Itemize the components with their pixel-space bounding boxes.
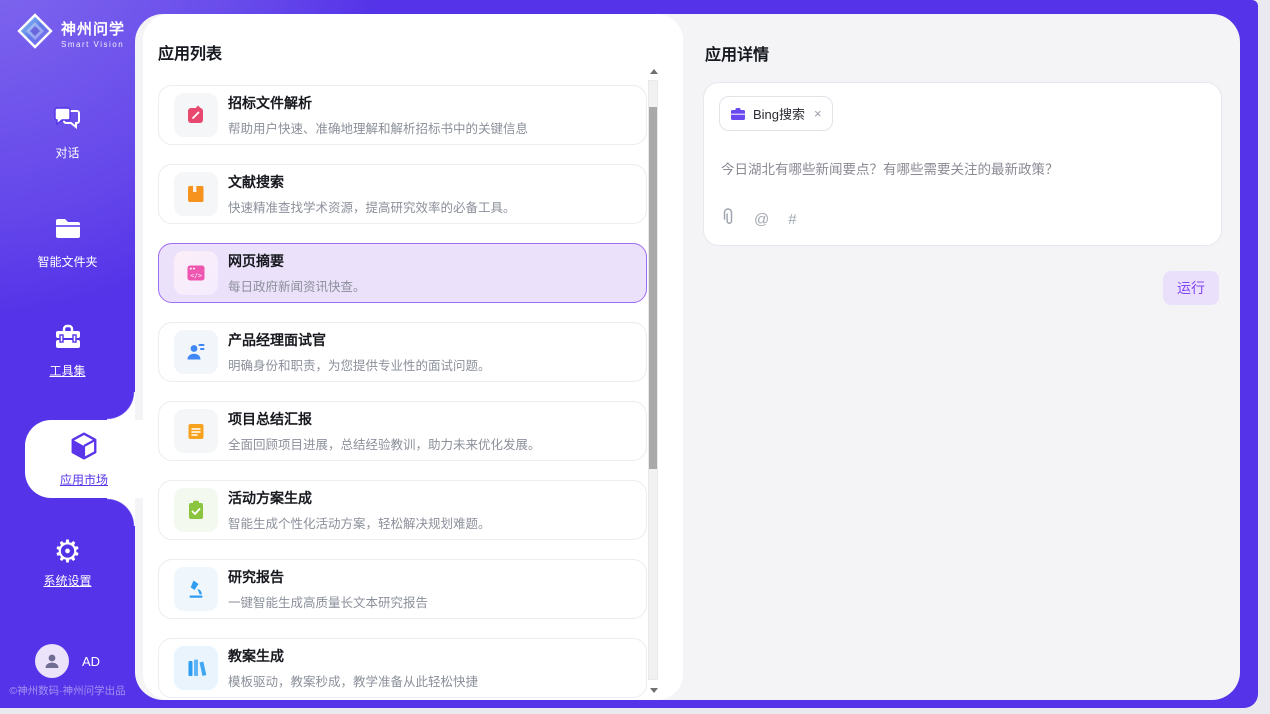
scroll-up-icon[interactable]	[650, 69, 658, 74]
sidebar-item-label: 对话	[55, 144, 79, 161]
list-item-event-plan[interactable]: 活动方案生成 智能生成个性化活动方案，轻松解决规划难题。	[158, 480, 647, 540]
list-item-web-summary[interactable]: </> 网页摘要 每日政府新闻资讯快查。	[158, 243, 647, 303]
interviewer-icon	[174, 330, 218, 374]
app-detail-panel: 应用详情 Bing搜索 × 今日湖北有哪些新闻要点？有哪些需要关注的最新政策？ …	[683, 14, 1240, 700]
list-item-literature-search[interactable]: 文献搜索 快速精准查找学术资源，提高研究效率的必备工具。	[158, 164, 647, 224]
app-desc: 一键智能生成高质量长文本研究报告	[228, 592, 428, 611]
scrollbar-thumb[interactable]	[649, 107, 657, 469]
folder-icon	[53, 216, 83, 247]
app-list: 招标文件解析 帮助用户快速、准确地理解和解析招标书中的关键信息 文献搜索 快速精…	[158, 85, 647, 700]
sidebar-item-chat[interactable]: 对话	[0, 105, 135, 161]
paperclip-icon[interactable]	[721, 208, 735, 231]
sidebar-item-label: 系统设置	[43, 572, 91, 589]
tool-tag-bing[interactable]: Bing搜索 ×	[719, 96, 833, 131]
toolbox-icon	[53, 323, 83, 356]
app-detail-title: 应用详情	[705, 41, 769, 65]
tool-tag-label: Bing搜索	[753, 104, 805, 123]
sidebar-item-label: 智能文件夹	[37, 253, 97, 270]
app-title: 文献搜索	[228, 172, 516, 192]
sidebar-item-label: 应用市场	[60, 471, 108, 488]
copyright-text: ©神州数码·神州问学出品	[0, 683, 135, 698]
report-icon	[174, 409, 218, 453]
diamond-logo-icon	[16, 12, 54, 55]
cube-icon	[68, 431, 100, 466]
briefcase-icon	[730, 107, 746, 121]
scroll-down-icon[interactable]	[650, 688, 658, 693]
user-row: AD	[0, 644, 135, 678]
browser-code-icon: </>	[174, 251, 218, 295]
app-title: 项目总结汇报	[228, 409, 541, 429]
app-title: 研究报告	[228, 567, 428, 587]
prompt-card[interactable]: Bing搜索 × 今日湖北有哪些新闻要点？有哪些需要关注的最新政策？ @ #	[703, 82, 1222, 246]
app-title: 教案生成	[228, 646, 478, 666]
app-list-title: 应用列表	[158, 40, 222, 64]
chat-icon	[53, 105, 83, 138]
app-desc: 模板驱动，教案秒成，教学准备从此轻松快捷	[228, 671, 478, 690]
app-desc: 全面回顾项目进展，总结经验教训，助力未来优化发展。	[228, 434, 541, 453]
microscope-icon	[174, 567, 218, 611]
sidebar: 神州问学 Smart Vision 对话 智能文件夹	[0, 0, 135, 700]
list-item-lesson-plan[interactable]: 教案生成 模板驱动，教案秒成，教学准备从此轻松快捷	[158, 638, 647, 698]
app-title: 产品经理面试官	[228, 330, 491, 350]
list-item-pm-interviewer[interactable]: 产品经理面试官 明确身份和职责，为您提供专业性的面试问题。	[158, 322, 647, 382]
app-title: 网页摘要	[228, 251, 366, 271]
run-button[interactable]: 运行	[1163, 271, 1219, 305]
list-item-bid-analysis[interactable]: 招标文件解析 帮助用户快速、准确地理解和解析招标书中的关键信息	[158, 85, 647, 145]
hash-icon[interactable]: #	[788, 211, 796, 228]
app-desc: 快速精准查找学术资源，提高研究效率的必备工具。	[228, 197, 516, 216]
app-desc: 明确身份和职责，为您提供专业性的面试问题。	[228, 355, 491, 374]
clipboard-check-icon	[174, 488, 218, 532]
app-desc: 智能生成个性化活动方案，轻松解决规划难题。	[228, 513, 491, 532]
books-icon	[174, 646, 218, 690]
sidebar-item-settings[interactable]: ⚙ 系统设置	[0, 538, 135, 589]
app-desc: 每日政府新闻资讯快查。	[228, 276, 366, 295]
svg-text:</>: </>	[190, 271, 202, 279]
scrollbar[interactable]	[648, 80, 658, 680]
mention-icon[interactable]: @	[754, 211, 769, 228]
list-item-project-summary[interactable]: 项目总结汇报 全面回顾项目进展，总结经验教训，助力未来优化发展。	[158, 401, 647, 461]
avatar[interactable]	[35, 644, 69, 678]
composer-toolbar: @ #	[721, 208, 797, 231]
close-icon[interactable]: ×	[814, 107, 822, 120]
sidebar-item-toolset[interactable]: 工具集	[0, 323, 135, 379]
brand-logo: 神州问学 Smart Vision	[16, 12, 125, 55]
book-icon	[174, 172, 218, 216]
sidebar-item-label: 工具集	[49, 362, 85, 379]
edit-square-icon	[174, 93, 218, 137]
gear-icon: ⚙	[54, 538, 82, 566]
app-desc: 帮助用户快速、准确地理解和解析招标书中的关键信息	[228, 118, 528, 137]
sidebar-item-smart-folder[interactable]: 智能文件夹	[0, 216, 135, 270]
query-input[interactable]: 今日湖北有哪些新闻要点？有哪些需要关注的最新政策？	[721, 158, 1204, 178]
list-item-research-report[interactable]: 研究报告 一键智能生成高质量长文本研究报告	[158, 559, 647, 619]
app-title: 活动方案生成	[228, 488, 491, 508]
brand-subtitle: Smart Vision	[61, 40, 125, 49]
app-list-panel: 应用列表 招标文件解析 帮助用户快速、准确地理解和解析招标书中的关键信息	[143, 14, 683, 700]
user-initials: AD	[82, 654, 100, 669]
person-icon	[43, 652, 61, 670]
app-title: 招标文件解析	[228, 93, 528, 113]
sidebar-item-app-market[interactable]: 应用市场	[25, 420, 143, 498]
brand-name: 神州问学	[61, 18, 125, 39]
